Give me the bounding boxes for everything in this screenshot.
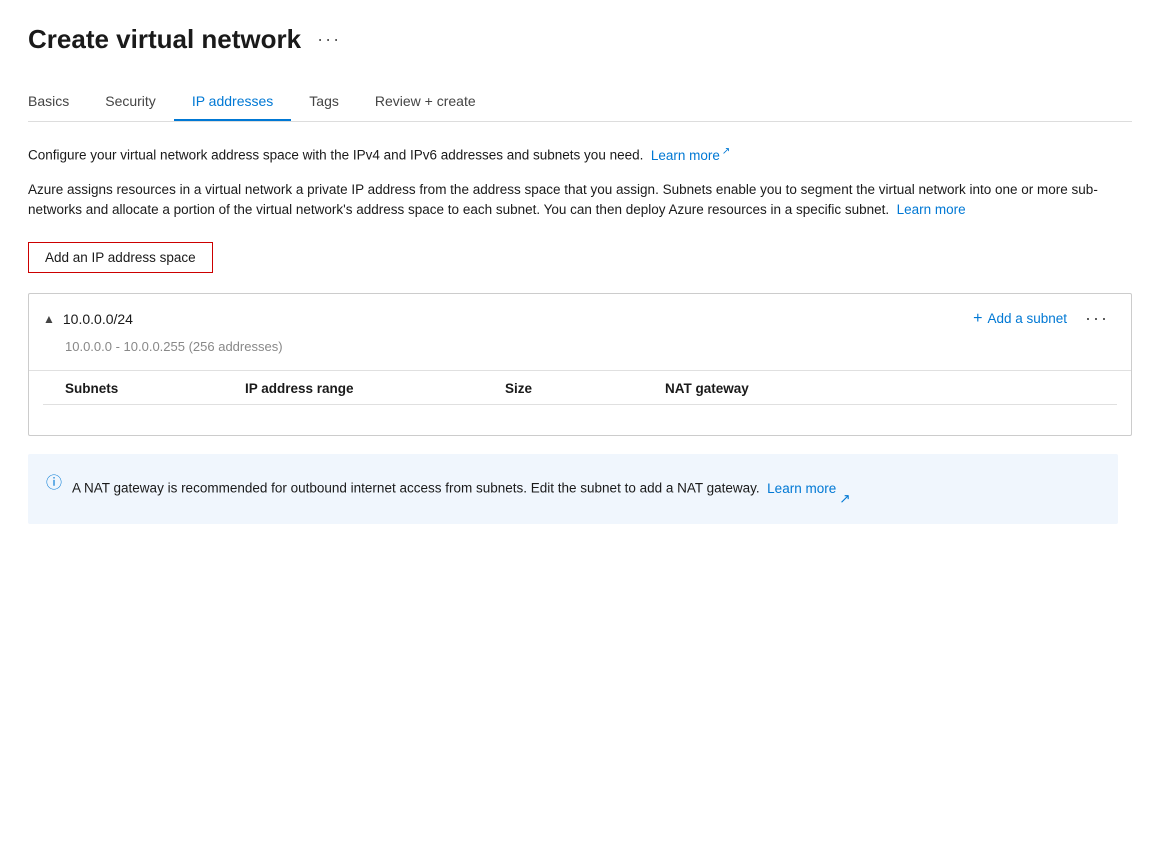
col-header-subnets: Subnets [65,381,245,396]
tab-basics[interactable]: Basics [28,83,87,121]
info-icon: ⓘ [46,469,62,493]
tab-ip-addresses[interactable]: IP addresses [174,83,291,121]
add-subnet-button[interactable]: + Add a subnet [973,310,1067,328]
ip-space-more-button[interactable]: ··· [1081,308,1113,329]
tab-review-create[interactable]: Review + create [357,83,494,121]
external-link-icon-1: ↗ [722,144,730,159]
page-title: Create virtual network [28,24,301,55]
page-title-row: Create virtual network ··· [28,24,1132,55]
subnet-table-header: Subnets IP address range Size NAT gatewa… [29,370,1131,404]
nat-info-text: A NAT gateway is recommended for outboun… [72,468,851,510]
subnet-table-body [29,405,1131,435]
col-header-size: Size [505,381,665,396]
ip-range-text: 10.0.0.0 - 10.0.0.255 (256 addresses) [29,339,1131,368]
col-header-nat-gateway: NAT gateway [665,381,865,396]
ip-space-header: ▲ 10.0.0.0/24 + Add a subnet ··· [29,294,1131,339]
ip-space-left: ▲ 10.0.0.0/24 [43,311,133,327]
description-2: Azure assigns resources in a virtual net… [28,180,1118,221]
learn-more-link-nat[interactable]: Learn more ↗ [767,468,850,510]
title-more-button[interactable]: ··· [311,25,347,54]
collapse-icon[interactable]: ▲ [43,312,55,326]
tab-bar: Basics Security IP addresses Tags Review… [28,83,1132,122]
nat-info-box: ⓘ A NAT gateway is recommended for outbo… [28,454,1118,524]
ip-space-card: ▲ 10.0.0.0/24 + Add a subnet ··· 10.0.0.… [28,293,1132,436]
description-1: Configure your virtual network address s… [28,144,1118,166]
plus-icon: + [973,310,982,328]
ip-space-right: + Add a subnet ··· [973,308,1113,329]
tab-security[interactable]: Security [87,83,174,121]
learn-more-link-2[interactable]: Learn more [897,202,966,217]
ip-cidr: 10.0.0.0/24 [63,311,133,327]
add-ip-address-space-button[interactable]: Add an IP address space [28,242,213,273]
col-header-ip-range: IP address range [245,381,505,396]
learn-more-link-1[interactable]: Learn more↗ [651,148,730,163]
external-link-icon-nat: ↗ [839,468,850,510]
tab-tags[interactable]: Tags [291,83,357,121]
